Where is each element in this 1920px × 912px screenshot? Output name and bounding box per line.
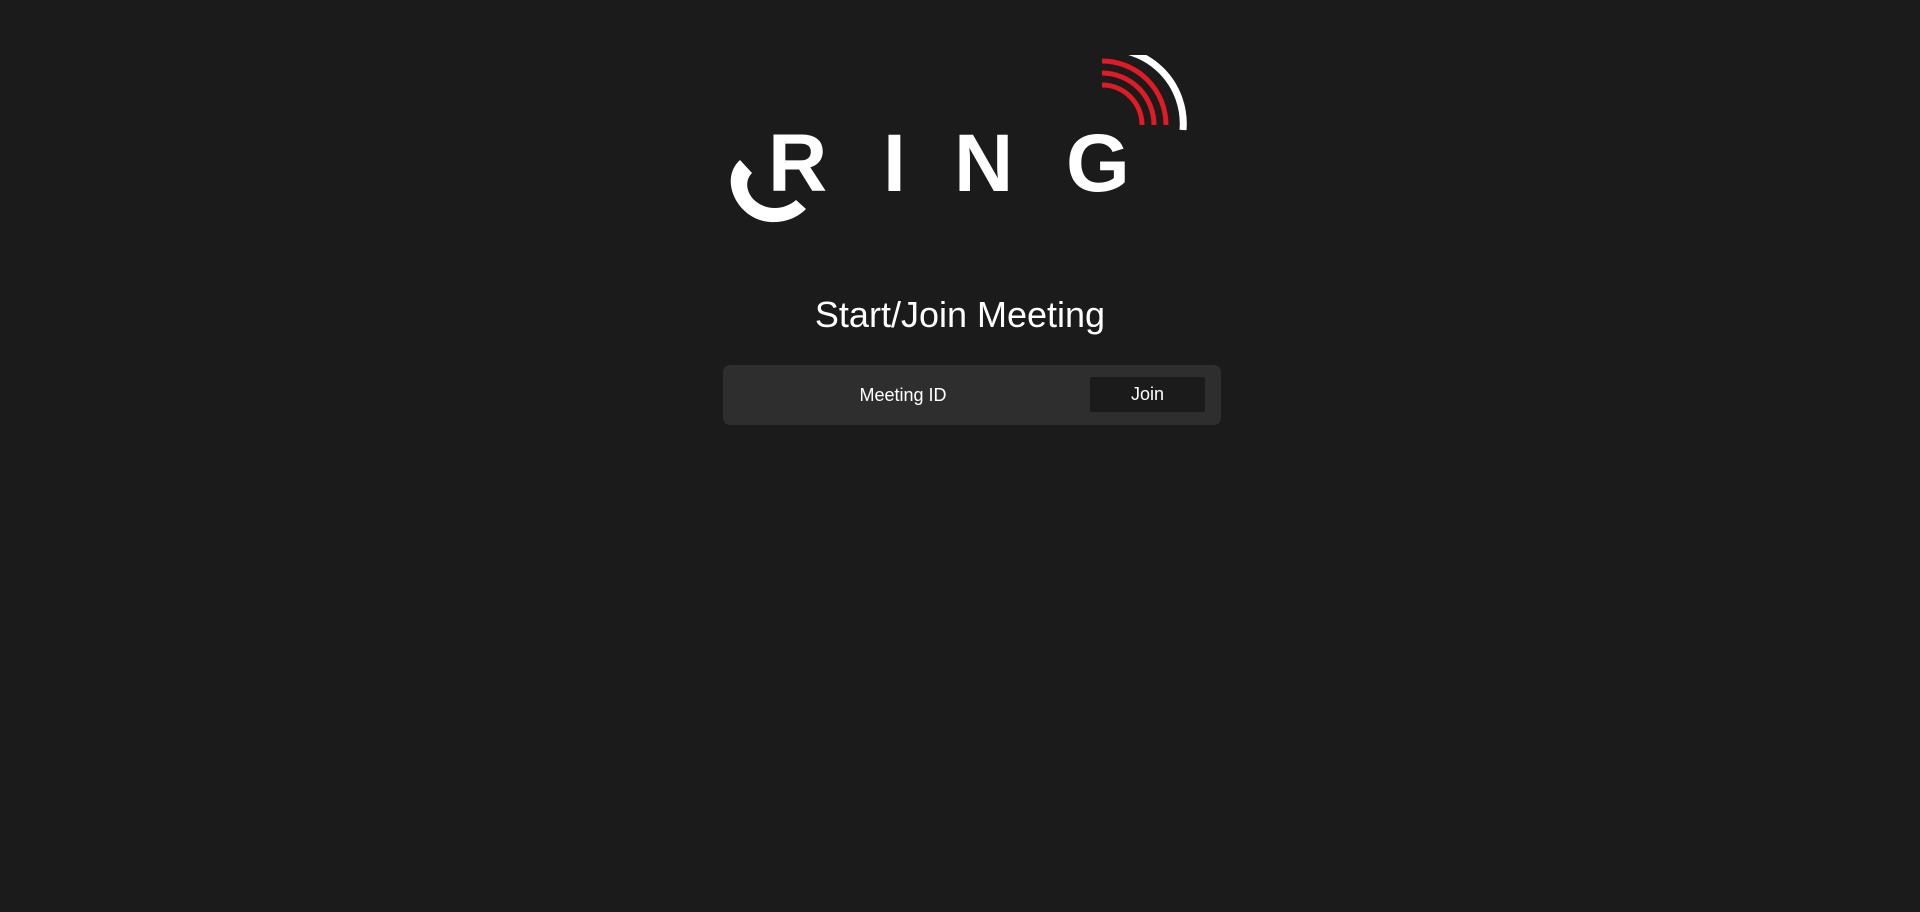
join-button[interactable]: Join: [1090, 377, 1205, 412]
logo-letter-i: I: [883, 118, 906, 209]
logo-letter-n: N: [954, 118, 1013, 209]
start-join-page: R I N G Start/Join Meeting Join: [0, 0, 1920, 912]
ring-logo-graphic: R I N G: [730, 55, 1187, 223]
page-title: Start/Join Meeting: [814, 294, 1106, 335]
meeting-id-input[interactable]: [733, 375, 1073, 415]
ring-logo: R I N G: [728, 55, 1193, 235]
logo-letter-r: R: [768, 118, 827, 209]
logo-letter-g: G: [1066, 118, 1130, 209]
join-meeting-form: Join: [723, 365, 1221, 425]
